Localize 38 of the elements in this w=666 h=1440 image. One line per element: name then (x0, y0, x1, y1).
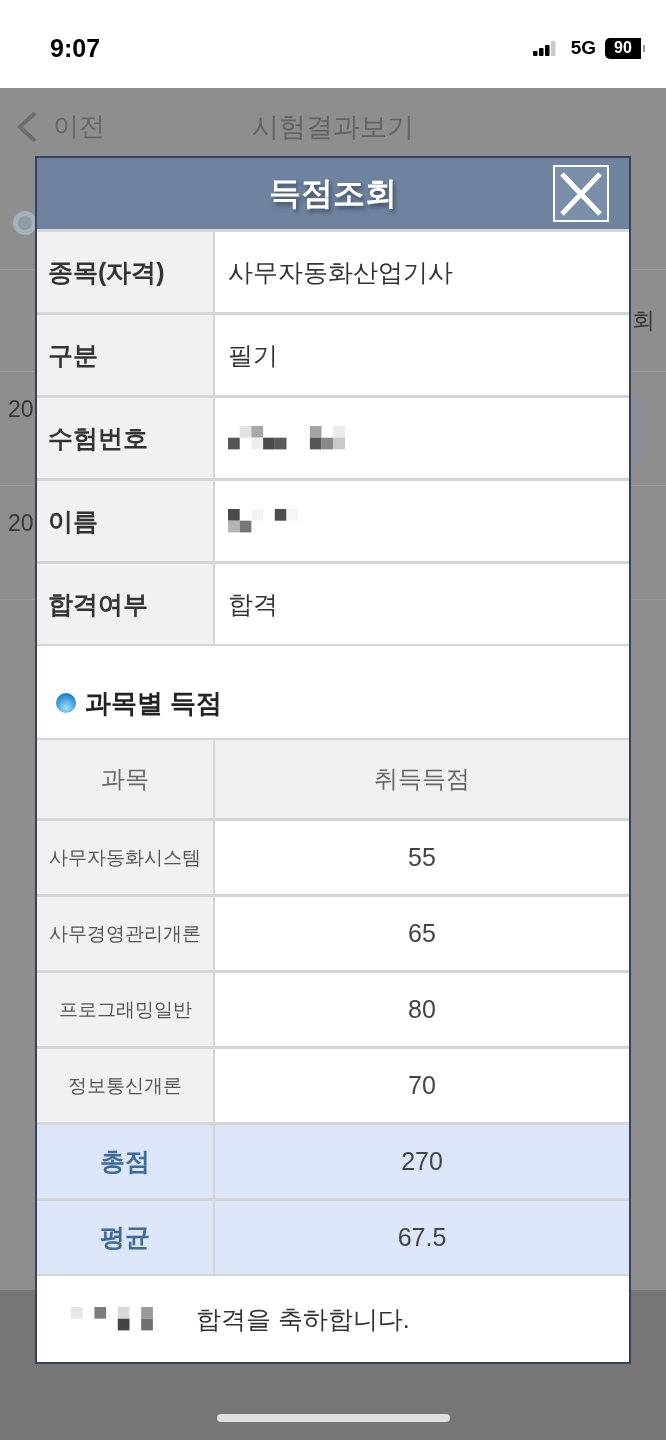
chevron-icon (17, 110, 37, 143)
status-time: 9:07 (50, 33, 101, 63)
summary-value: 67.5 (215, 1201, 629, 1274)
value-cell: 합격 (215, 564, 629, 644)
summary-value: 270 (215, 1125, 629, 1198)
score-cell: 80 (215, 973, 629, 1046)
list-text: 20 (8, 510, 34, 537)
subject-cell: 정보통신개론 (37, 1049, 213, 1122)
score-cell: 70 (215, 1049, 629, 1122)
label-cell: 이름 (37, 481, 213, 561)
column-header: 과목 (37, 740, 213, 818)
radio-icon (13, 211, 37, 235)
message-text: 합격을 축하합니다. (195, 1303, 410, 1335)
redaction-mosaic (228, 509, 299, 533)
battery-indicator: 90 (605, 37, 645, 59)
network-label: 5G (570, 37, 596, 59)
close-button[interactable] (553, 165, 609, 222)
value-cell: 필기 (215, 315, 629, 395)
dialog-title: 득점조회 (269, 173, 397, 213)
score-cell: 55 (215, 821, 629, 894)
list-text: 회 (632, 306, 655, 335)
section-heading: 과목별 득점 (85, 686, 223, 720)
column-header: 취득득점 (215, 740, 629, 818)
summary-label: 평균 (37, 1201, 213, 1274)
label-cell: 합격여부 (37, 564, 213, 644)
list-text: 20 (8, 396, 34, 423)
label-cell: 수험번호 (37, 398, 213, 478)
close-icon (559, 171, 603, 216)
label-cell: 구분 (37, 315, 213, 395)
subject-cell: 사무자동화시스템 (37, 821, 213, 894)
score-cell: 65 (215, 897, 629, 970)
signal-icon (532, 40, 556, 56)
subject-cell: 프로그래밍일반 (37, 973, 213, 1046)
summary-label: 총점 (37, 1125, 213, 1198)
value-cell: 사무자동화산업기사 (215, 232, 629, 312)
label-cell: 종목(자격) (37, 232, 213, 312)
bullet-icon (56, 693, 76, 713)
subject-cell: 사무경영관리개론 (37, 897, 213, 970)
